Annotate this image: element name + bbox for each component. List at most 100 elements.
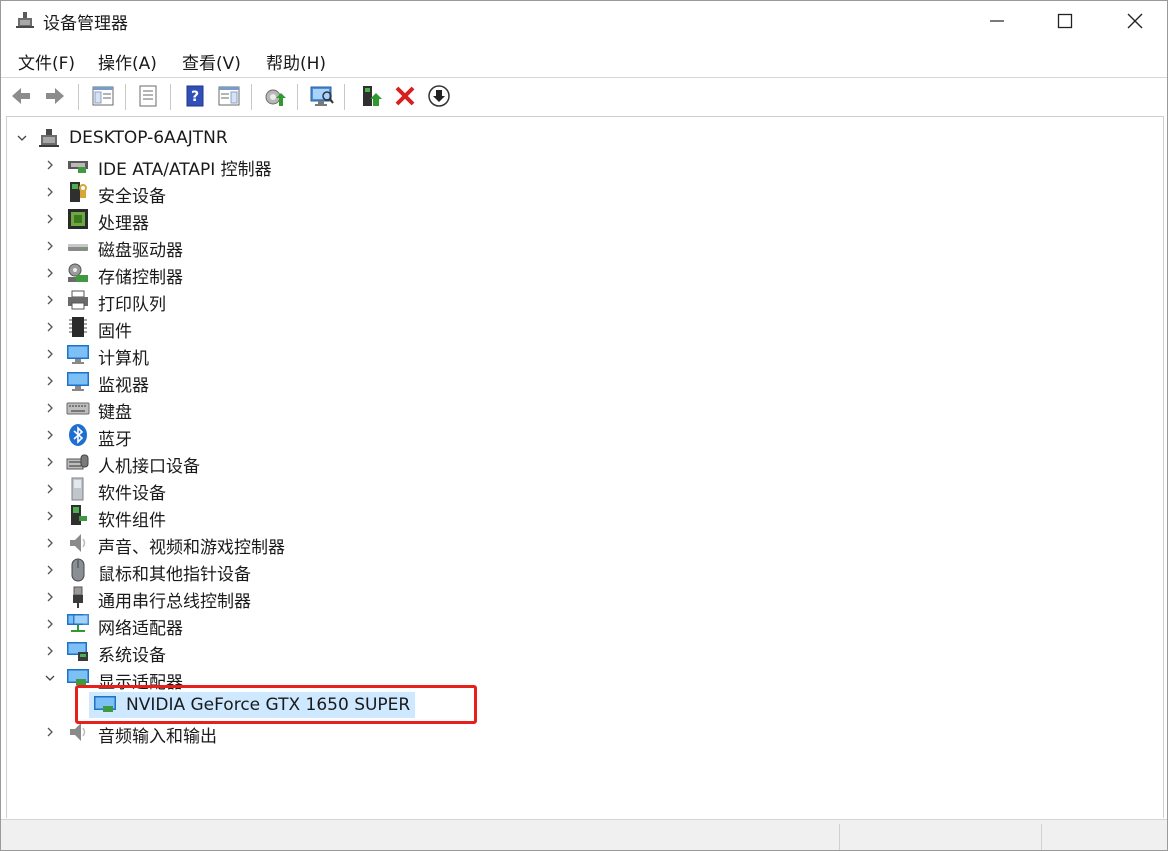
tree-category-print-queue[interactable]: 打印队列 bbox=[1, 287, 1161, 315]
chevron-down-icon[interactable] bbox=[15, 131, 29, 145]
chevron-right-icon[interactable] bbox=[43, 428, 57, 442]
chevron-right-icon[interactable] bbox=[43, 158, 57, 172]
tree-category-monitor[interactable]: 监视器 bbox=[1, 368, 1161, 396]
menu-help[interactable]: 帮助(H) bbox=[266, 49, 326, 74]
menu-file[interactable]: 文件(F) bbox=[18, 49, 75, 74]
red-highlight-box bbox=[75, 685, 477, 724]
device-manager-app-icon bbox=[16, 12, 34, 28]
menu-view[interactable]: 查看(V) bbox=[182, 49, 241, 74]
tree-category-label: 声音、视频和游戏控制器 bbox=[98, 538, 285, 558]
chevron-right-icon[interactable] bbox=[43, 320, 57, 334]
chevron-right-icon[interactable] bbox=[43, 185, 57, 199]
chevron-right-icon[interactable] bbox=[43, 563, 57, 577]
toolbar-separator bbox=[251, 84, 252, 110]
tree-category-label: 人机接口设备 bbox=[98, 457, 200, 477]
chevron-right-icon[interactable] bbox=[43, 266, 57, 280]
action-pane-button[interactable] bbox=[215, 82, 243, 110]
toolbar-separator bbox=[344, 84, 345, 110]
svg-text:?: ? bbox=[191, 89, 199, 105]
back-button[interactable] bbox=[7, 82, 35, 110]
chevron-right-icon[interactable] bbox=[43, 590, 57, 604]
tree-category-label: 固件 bbox=[98, 322, 132, 342]
toolbar: ? bbox=[1, 78, 1167, 114]
tree-category-processor[interactable]: 处理器 bbox=[1, 206, 1161, 234]
disk-drive-icon bbox=[68, 244, 88, 251]
tree-category-bluetooth[interactable]: 蓝牙 bbox=[1, 422, 1161, 450]
tree-category-ide[interactable]: IDE ATA/ATAPI 控制器 bbox=[1, 152, 1161, 180]
tree-category-hid[interactable]: 人机接口设备 bbox=[1, 449, 1161, 477]
hid-device-icon bbox=[66, 454, 89, 470]
tree-category-software-component[interactable]: 软件组件 bbox=[1, 503, 1161, 531]
chevron-right-icon[interactable] bbox=[43, 482, 57, 496]
back-icon bbox=[12, 88, 30, 104]
tree-category-keyboard[interactable]: 键盘 bbox=[1, 395, 1161, 423]
chevron-right-icon[interactable] bbox=[43, 401, 57, 415]
tree-category-sound[interactable]: 声音、视频和游戏控制器 bbox=[1, 530, 1161, 558]
tree-category-system[interactable]: 系统设备 bbox=[1, 638, 1161, 666]
chevron-down-icon[interactable] bbox=[43, 671, 57, 685]
tree-category-firmware[interactable]: 固件 bbox=[1, 314, 1161, 342]
title-bar: 设备管理器 bbox=[1, 1, 1167, 41]
chevron-right-icon[interactable] bbox=[43, 725, 57, 739]
maximize-icon bbox=[1057, 13, 1073, 29]
tree-category-storage[interactable]: 存储控制器 bbox=[1, 260, 1161, 288]
update-driver-button[interactable] bbox=[261, 82, 289, 110]
tree-category-computer[interactable]: 计算机 bbox=[1, 341, 1161, 369]
scan-hardware-button[interactable] bbox=[308, 82, 336, 110]
chevron-right-icon[interactable] bbox=[43, 293, 57, 307]
uninstall-icon bbox=[395, 86, 415, 106]
uninstall-device-button[interactable] bbox=[391, 82, 419, 110]
help-icon: ? bbox=[186, 85, 204, 107]
security-device-icon bbox=[70, 182, 87, 202]
show-hide-tree-button[interactable] bbox=[89, 82, 117, 110]
tree-root[interactable]: DESKTOP-6AAJTNR bbox=[1, 125, 1161, 152]
chevron-right-icon[interactable] bbox=[43, 212, 57, 226]
window-title: 设备管理器 bbox=[43, 14, 128, 34]
chevron-right-icon[interactable] bbox=[43, 617, 57, 631]
action-pane-icon bbox=[218, 86, 240, 106]
forward-button[interactable] bbox=[41, 82, 69, 110]
monitor-icon bbox=[67, 372, 89, 391]
chevron-right-icon[interactable] bbox=[43, 644, 57, 658]
maximize-button[interactable] bbox=[1029, 1, 1101, 41]
tree-category-mouse[interactable]: 鼠标和其他指针设备 bbox=[1, 557, 1161, 585]
chevron-right-icon[interactable] bbox=[43, 455, 57, 469]
chevron-right-icon[interactable] bbox=[43, 374, 57, 388]
tree-category-label: 蓝牙 bbox=[98, 430, 132, 450]
status-bar bbox=[1, 819, 1167, 850]
device-manager-window: 设备管理器 文件(F) 操作(A) 查看(V) 帮助(H) ? DESKTOP-… bbox=[0, 0, 1168, 851]
tree-category-label: 鼠标和其他指针设备 bbox=[98, 565, 251, 585]
properties-button[interactable] bbox=[134, 82, 162, 110]
toolbar-separator bbox=[125, 84, 126, 110]
system-device-icon bbox=[67, 642, 88, 661]
toolbar-separator bbox=[78, 84, 79, 110]
tree-category-network[interactable]: 网络适配器 bbox=[1, 611, 1161, 639]
tree-category-label: 计算机 bbox=[98, 349, 149, 369]
usb-icon bbox=[73, 586, 83, 608]
keyboard-icon bbox=[66, 402, 90, 415]
tree-root-label: DESKTOP-6AAJTNR bbox=[69, 128, 228, 148]
disable-device-icon bbox=[428, 85, 450, 107]
tree-category-disk[interactable]: 磁盘驱动器 bbox=[1, 233, 1161, 261]
minimize-button[interactable] bbox=[961, 1, 1033, 41]
network-adapter-icon bbox=[67, 614, 89, 632]
tree-category-label: 存储控制器 bbox=[98, 268, 183, 288]
menu-action[interactable]: 操作(A) bbox=[98, 49, 157, 74]
software-component-icon bbox=[71, 505, 87, 525]
chevron-right-icon[interactable] bbox=[43, 509, 57, 523]
help-button[interactable]: ? bbox=[181, 82, 209, 110]
tree-category-label: 软件设备 bbox=[98, 484, 166, 504]
chevron-right-icon[interactable] bbox=[43, 347, 57, 361]
tree-category-security[interactable]: 安全设备 bbox=[1, 179, 1161, 207]
toolbar-separator bbox=[297, 84, 298, 110]
tree-category-label: 通用串行总线控制器 bbox=[98, 592, 251, 612]
tree-category-usb[interactable]: 通用串行总线控制器 bbox=[1, 584, 1161, 612]
chevron-right-icon[interactable] bbox=[43, 239, 57, 253]
disable-device-button[interactable] bbox=[425, 82, 453, 110]
close-button[interactable] bbox=[1099, 1, 1167, 41]
enable-device-button[interactable] bbox=[357, 82, 385, 110]
tree-category-software-device[interactable]: 软件设备 bbox=[1, 476, 1161, 504]
chevron-right-icon[interactable] bbox=[43, 536, 57, 550]
menu-bar: 文件(F) 操作(A) 查看(V) 帮助(H) bbox=[1, 45, 1167, 75]
tree-category-label: 系统设备 bbox=[98, 646, 166, 666]
